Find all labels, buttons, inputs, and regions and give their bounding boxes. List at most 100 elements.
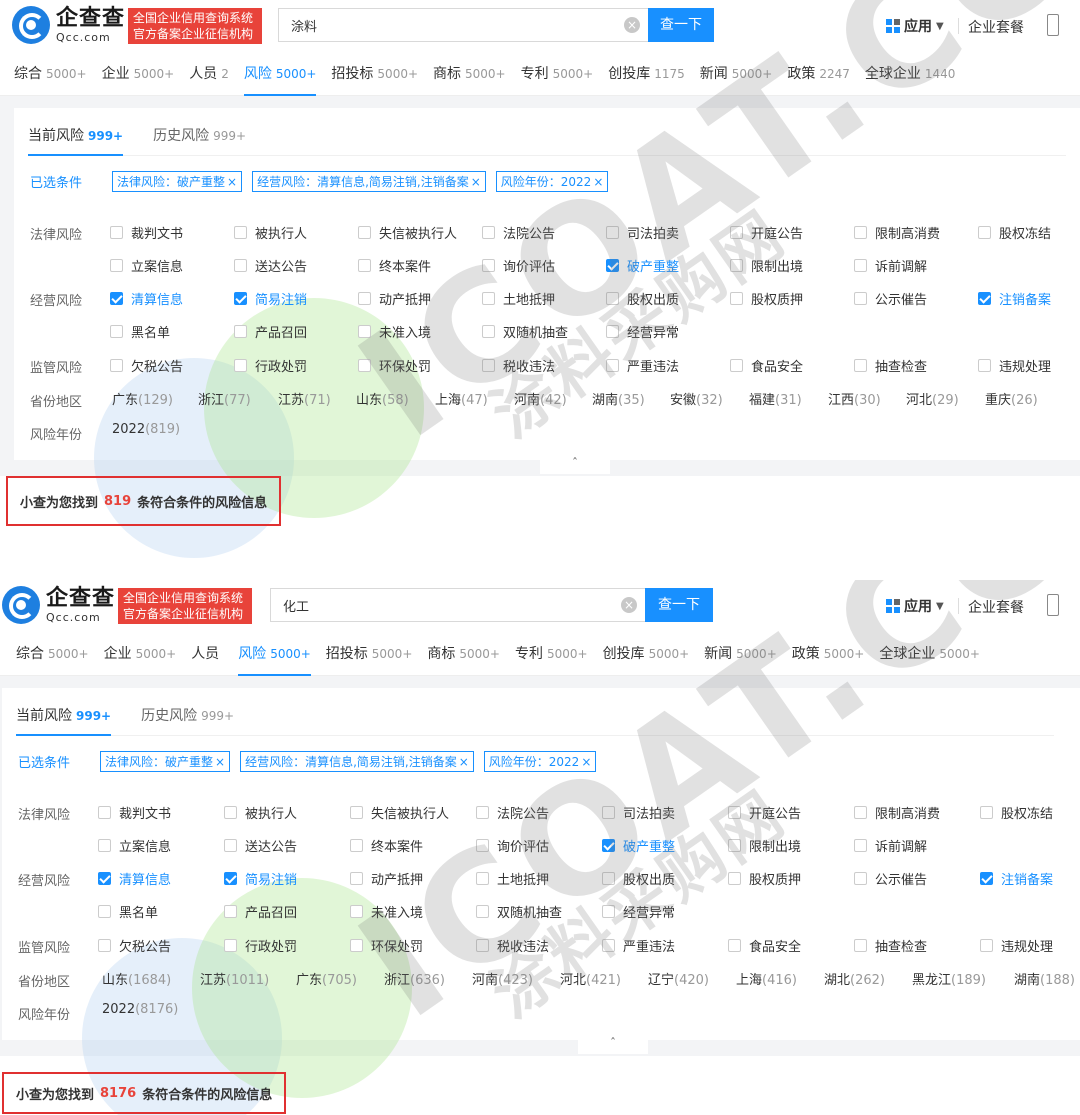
option-checkbox[interactable]: 黑名单 <box>98 901 158 921</box>
option-checkbox[interactable]: 税收违法 <box>476 935 549 955</box>
region-option[interactable]: 上海(47) <box>435 389 488 408</box>
region-option[interactable]: 浙江(636) <box>384 969 445 988</box>
tab-risk[interactable]: 风险 5000+ <box>238 632 311 676</box>
region-option[interactable]: 河南(423) <box>472 969 533 988</box>
option-checkbox[interactable]: 产品召回 <box>224 901 297 921</box>
option-checkbox[interactable]: 送达公告 <box>224 835 297 855</box>
option-checkbox[interactable]: 产品召回 <box>234 321 307 341</box>
subtab-current-risk[interactable]: 当前风险 999+ <box>16 696 112 736</box>
option-checkbox[interactable]: 股权质押 <box>730 288 803 308</box>
option-checkbox[interactable]: 未准入境 <box>358 321 431 341</box>
tab-global[interactable]: 全球企业 1440 <box>865 52 956 96</box>
option-checkbox[interactable]: 股权出质 <box>602 868 675 888</box>
option-checkbox[interactable]: 黑名单 <box>110 321 170 341</box>
region-option[interactable]: 重庆(26) <box>985 389 1038 408</box>
tab-person[interactable]: 人员 2 <box>189 52 229 96</box>
region-option[interactable]: 福建(31) <box>749 389 802 408</box>
tab-venture[interactable]: 创投库 5000+ <box>603 632 690 676</box>
option-checkbox[interactable]: 食品安全 <box>730 355 803 375</box>
region-option[interactable]: 河北(421) <box>560 969 621 988</box>
option-checkbox-checked[interactable]: 简易注销 <box>224 868 297 888</box>
option-checkbox-checked[interactable]: 破产重整 <box>606 255 679 275</box>
filter-chip[interactable]: 法律风险：破产重整 × <box>112 170 243 192</box>
option-checkbox-checked[interactable]: 清算信息 <box>98 868 171 888</box>
close-icon[interactable]: × <box>227 175 237 189</box>
collapse-chevron-icon[interactable]: ˆ <box>540 456 610 474</box>
option-checkbox[interactable]: 双随机抽查 <box>482 321 568 341</box>
option-checkbox[interactable]: 公示催告 <box>854 868 927 888</box>
filter-chip[interactable]: 风险年份：2022 × <box>483 750 597 772</box>
region-option[interactable]: 河南(42) <box>514 389 567 408</box>
year-option[interactable]: 2022(819) <box>112 422 180 437</box>
option-checkbox[interactable]: 立案信息 <box>110 255 183 275</box>
subtab-current-risk[interactable]: 当前风险 999+ <box>28 116 124 156</box>
option-checkbox[interactable]: 法院公告 <box>482 222 555 242</box>
option-checkbox[interactable]: 裁判文书 <box>110 222 183 242</box>
option-checkbox[interactable]: 严重违法 <box>606 355 679 375</box>
option-checkbox[interactable]: 限制高消费 <box>854 802 940 822</box>
tab-trademark[interactable]: 商标 5000+ <box>433 52 506 96</box>
option-checkbox[interactable]: 被执行人 <box>234 222 307 242</box>
filter-chip[interactable]: 经营风险：清算信息,简易注销,注销备案 × <box>240 750 474 772</box>
tab-person[interactable]: 人员 <box>191 632 223 676</box>
region-option[interactable]: 广东(129) <box>112 389 173 408</box>
option-checkbox[interactable]: 欠税公告 <box>98 935 171 955</box>
option-checkbox[interactable]: 司法拍卖 <box>602 802 675 822</box>
option-checkbox[interactable]: 抽查检查 <box>854 355 927 375</box>
search-button[interactable]: 查一下 <box>645 588 713 622</box>
filter-chip[interactable]: 风险年份：2022 × <box>495 170 609 192</box>
tab-bidding[interactable]: 招投标 5000+ <box>331 52 418 96</box>
filter-chip[interactable]: 法律风险：破产重整 × <box>100 750 231 772</box>
option-checkbox[interactable]: 限制高消费 <box>854 222 940 242</box>
search-input[interactable] <box>279 9 599 41</box>
enterprise-package-link[interactable]: 企业套餐 <box>968 17 1024 37</box>
close-icon[interactable]: × <box>581 755 591 769</box>
region-option[interactable]: 河北(29) <box>906 389 959 408</box>
clear-icon[interactable]: × <box>621 597 637 613</box>
option-checkbox[interactable]: 股权质押 <box>728 868 801 888</box>
option-checkbox[interactable]: 严重违法 <box>602 935 675 955</box>
region-option[interactable]: 湖南(35) <box>592 389 645 408</box>
option-checkbox[interactable]: 公示催告 <box>854 288 927 308</box>
tab-bidding[interactable]: 招投标 5000+ <box>326 632 413 676</box>
option-checkbox[interactable]: 诉前调解 <box>854 835 927 855</box>
region-option[interactable]: 山东(58) <box>356 389 409 408</box>
option-checkbox[interactable]: 询价评估 <box>476 835 549 855</box>
option-checkbox[interactable]: 法院公告 <box>476 802 549 822</box>
app-menu[interactable]: 应用 ▼ <box>886 596 944 616</box>
option-checkbox[interactable]: 终本案件 <box>350 835 423 855</box>
qcc-logo[interactable]: 企查查 Qcc.com <box>2 586 115 624</box>
clear-icon[interactable]: × <box>624 17 640 33</box>
subtab-history-risk[interactable]: 历史风险 999+ <box>141 696 234 735</box>
tab-news[interactable]: 新闻 5000+ <box>700 52 773 96</box>
tab-venture[interactable]: 创投库 1175 <box>608 52 685 96</box>
region-option[interactable]: 湖南(188) <box>1014 969 1075 988</box>
region-option[interactable]: 湖北(262) <box>824 969 885 988</box>
region-option[interactable]: 广东(705) <box>296 969 357 988</box>
tab-patent[interactable]: 专利 5000+ <box>521 52 594 96</box>
option-checkbox[interactable]: 开庭公告 <box>730 222 803 242</box>
option-checkbox[interactable]: 经营异常 <box>606 321 679 341</box>
enterprise-package-link[interactable]: 企业套餐 <box>968 597 1024 617</box>
search-input[interactable] <box>271 589 591 621</box>
option-checkbox[interactable]: 失信被执行人 <box>350 802 449 822</box>
option-checkbox[interactable]: 终本案件 <box>358 255 431 275</box>
option-checkbox-checked[interactable]: 破产重整 <box>602 835 675 855</box>
option-checkbox[interactable]: 税收违法 <box>482 355 555 375</box>
tab-patent[interactable]: 专利 5000+ <box>515 632 588 676</box>
option-checkbox[interactable]: 裁判文书 <box>98 802 171 822</box>
close-icon[interactable]: × <box>471 175 481 189</box>
option-checkbox[interactable]: 动产抵押 <box>350 868 423 888</box>
option-checkbox[interactable]: 立案信息 <box>98 835 171 855</box>
tab-policy[interactable]: 政策 5000+ <box>792 632 865 676</box>
option-checkbox[interactable]: 违规处理 <box>978 355 1051 375</box>
option-checkbox[interactable]: 开庭公告 <box>728 802 801 822</box>
option-checkbox[interactable]: 未准入境 <box>350 901 423 921</box>
search-button[interactable]: 查一下 <box>648 8 714 42</box>
option-checkbox[interactable]: 限制出境 <box>728 835 801 855</box>
option-checkbox[interactable]: 限制出境 <box>730 255 803 275</box>
option-checkbox[interactable]: 环保处罚 <box>358 355 431 375</box>
mobile-phone-icon[interactable] <box>1047 594 1059 616</box>
tab-news[interactable]: 新闻 5000+ <box>704 632 777 676</box>
option-checkbox-checked[interactable]: 简易注销 <box>234 288 307 308</box>
